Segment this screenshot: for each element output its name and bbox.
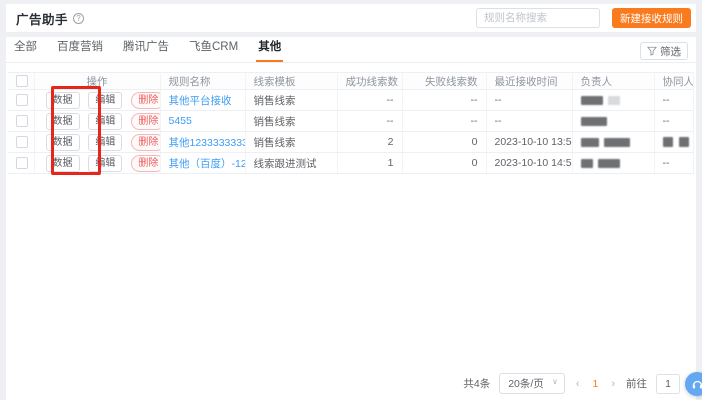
customer-service-fab[interactable] (685, 372, 702, 396)
template-cell: 销售线索 (245, 89, 338, 111)
page-number-button[interactable]: 1 (590, 378, 600, 390)
goto-page-input[interactable] (656, 373, 680, 394)
template-cell: 销售线索 (245, 131, 338, 153)
top-header-bar: 广告助手 ? 新建接收规则 (6, 4, 696, 32)
goto-label: 前往 (626, 378, 647, 390)
data-button[interactable]: 数据 (45, 133, 80, 151)
success-count-cell: -- (337, 110, 403, 132)
collaborator-cell: -- (654, 110, 694, 132)
fail-count-cell: 0 (402, 152, 487, 174)
template-cell: 销售线索 (245, 110, 338, 132)
select-all-checkbox[interactable] (16, 75, 28, 88)
fail-count-cell: -- (402, 89, 487, 111)
page-size-value: 20条/页 (508, 378, 544, 390)
data-button[interactable]: 数据 (45, 154, 80, 172)
tab-tencent[interactable]: 腾讯广告 (121, 33, 171, 62)
row-checkbox[interactable] (16, 115, 28, 128)
rules-table: 操作 规则名称 线索模板 成功线索数 失败线索数 最近接收时间 负责人 协同人 … (8, 72, 695, 174)
template-cell: 线索跟进测试 (245, 152, 338, 174)
main-panel: 全部 百度营销 腾讯广告 飞鱼CRM 其他 筛选 操作 规则名称 线索模板 成功… (6, 37, 696, 400)
help-question-icon[interactable]: ? (73, 12, 85, 24)
table-header-row: 操作 规则名称 线索模板 成功线索数 失败线索数 最近接收时间 负责人 协同人 (8, 72, 694, 90)
funnel-icon (647, 46, 657, 56)
data-button[interactable]: 数据 (45, 112, 80, 130)
table-row: 数据 编辑 删除 其他平台接收 销售线索 -- -- -- -- (8, 89, 694, 111)
tab-feiyu-crm[interactable]: 飞鱼CRM (187, 33, 240, 62)
row-checkbox[interactable] (16, 136, 28, 149)
rule-name-link[interactable]: 其他（百度）-1234 (169, 158, 245, 170)
total-count-label: 共4条 (463, 378, 491, 390)
tab-all[interactable]: 全部 (12, 33, 39, 62)
filter-button-label: 筛选 (660, 45, 681, 58)
edit-button[interactable]: 编辑 (88, 91, 123, 109)
col-header-success-count: 成功线索数 (337, 72, 403, 90)
table-row: 数据 编辑 删除 其他（百度）-1234 线索跟进测试 1 0 2023-10-… (8, 152, 694, 174)
data-button[interactable]: 数据 (45, 91, 80, 109)
delete-button[interactable]: 删除 (131, 133, 159, 151)
table-row: 数据 编辑 删除 5455 销售线索 -- -- -- -- (8, 110, 694, 132)
header-actions: 新建接收规则 (476, 8, 691, 28)
last-received-cell: 2023-10-10 13:53 (486, 131, 573, 153)
success-count-cell: 2 (337, 131, 403, 153)
fail-count-cell: 0 (402, 131, 487, 153)
page-title: 广告助手 (16, 12, 69, 27)
headset-icon (692, 380, 702, 389)
rule-name-link[interactable]: 其他12333333333333... (169, 137, 245, 149)
owner-cell (572, 110, 655, 132)
col-header-template: 线索模板 (245, 72, 338, 90)
tab-other[interactable]: 其他 (256, 33, 284, 62)
rule-name-link[interactable]: 5455 (169, 115, 192, 127)
col-header-collaborator: 协同人 (654, 72, 694, 90)
collaborator-cell (654, 131, 694, 153)
page-size-select[interactable]: 20条/页 ∨ (499, 373, 565, 394)
success-count-cell: -- (337, 89, 403, 111)
row-checkbox[interactable] (16, 94, 28, 107)
create-rule-button[interactable]: 新建接收规则 (612, 8, 691, 28)
fail-count-cell: -- (402, 110, 487, 132)
tab-baidu[interactable]: 百度营销 (55, 33, 105, 62)
owner-cell (572, 131, 655, 153)
delete-button[interactable]: 删除 (131, 112, 159, 130)
last-received-cell: -- (486, 110, 573, 132)
edit-button[interactable]: 编辑 (88, 133, 123, 151)
delete-button[interactable]: 删除 (131, 154, 159, 172)
collaborator-cell: -- (654, 89, 694, 111)
delete-button[interactable]: 删除 (131, 91, 159, 109)
filter-button[interactable]: 筛选 (640, 42, 688, 60)
owner-cell (572, 89, 655, 111)
row-checkbox[interactable] (16, 157, 28, 170)
pagination: 共4条 20条/页 ∨ ‹ 1 › 前往 (463, 373, 680, 394)
edit-button[interactable]: 编辑 (88, 154, 123, 172)
rule-search-input[interactable] (476, 8, 600, 28)
col-header-rule-name: 规则名称 (160, 72, 246, 90)
success-count-cell: 1 (337, 152, 403, 174)
chevron-down-icon: ∨ (551, 377, 558, 386)
prev-page-button[interactable]: ‹ (574, 378, 582, 390)
collaborator-cell: -- (654, 152, 694, 174)
col-header-fail-count: 失败线索数 (402, 72, 487, 90)
col-header-last-received: 最近接收时间 (486, 72, 573, 90)
last-received-cell: 2023-10-10 14:52 (486, 152, 573, 174)
tab-bar: 全部 百度营销 腾讯广告 飞鱼CRM 其他 筛选 (6, 37, 696, 63)
col-header-actions: 操作 (34, 72, 161, 90)
table-row: 数据 编辑 删除 其他12333333333333... 销售线索 2 0 20… (8, 131, 694, 153)
edit-button[interactable]: 编辑 (88, 112, 123, 130)
col-header-owner: 负责人 (572, 72, 655, 90)
next-page-button[interactable]: › (609, 378, 617, 390)
last-received-cell: -- (486, 89, 573, 111)
rule-name-link[interactable]: 其他平台接收 (169, 95, 232, 107)
owner-cell (572, 152, 655, 174)
